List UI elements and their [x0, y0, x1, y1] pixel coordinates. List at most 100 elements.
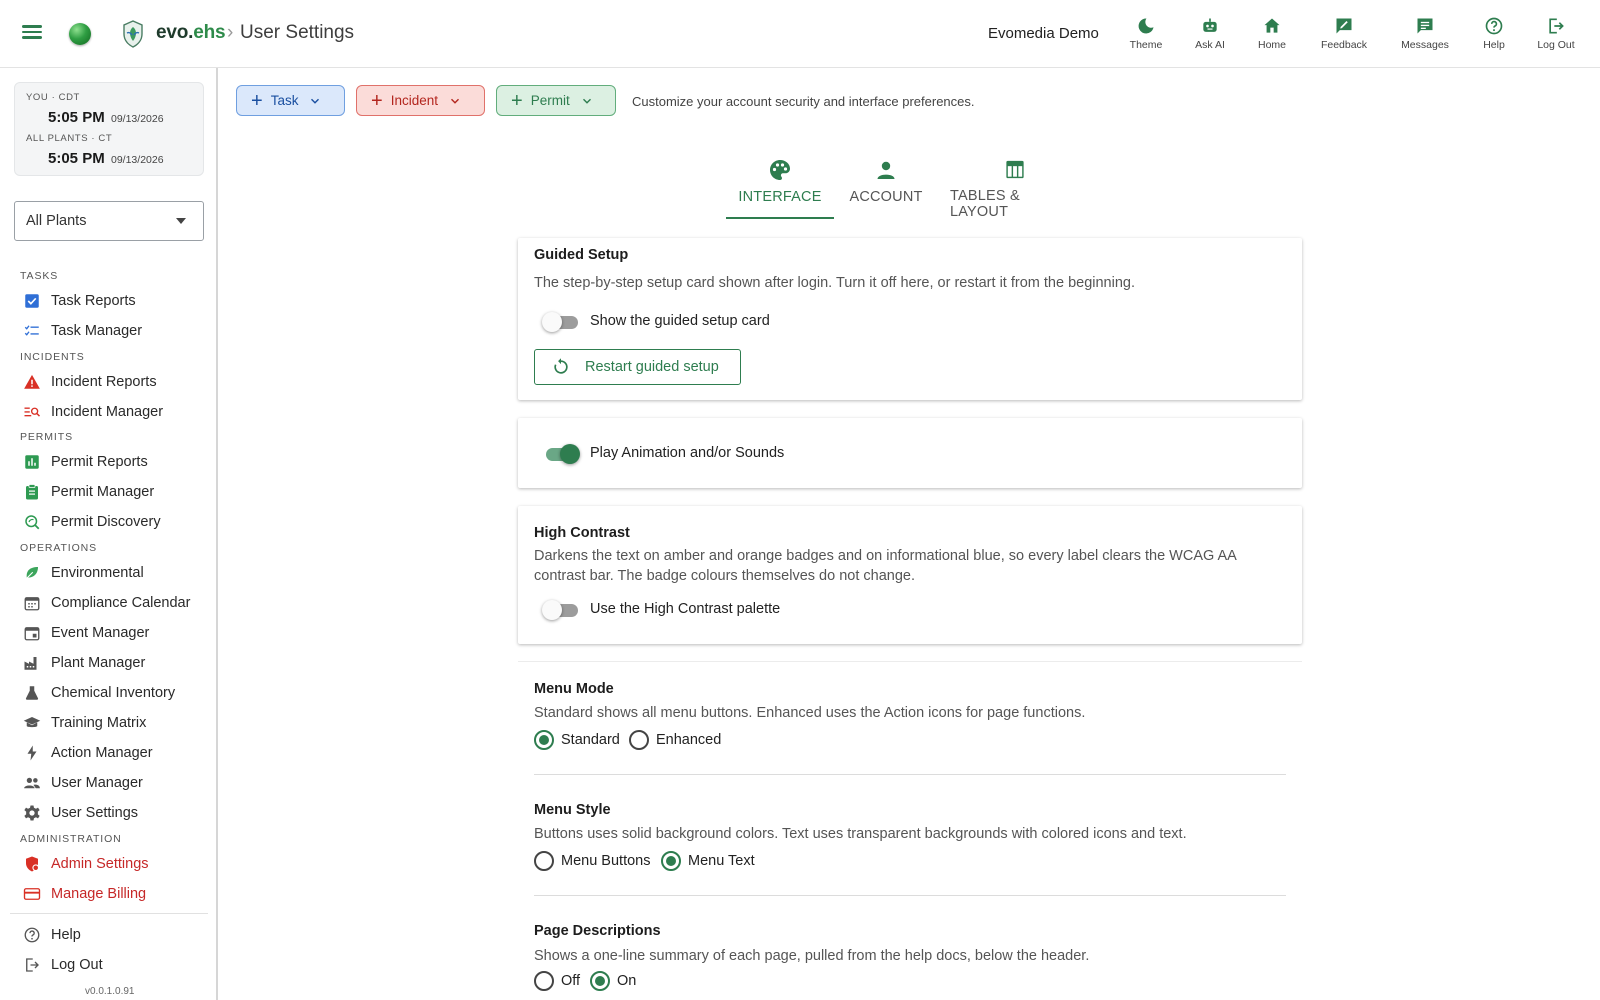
- plants-date: 09/13/2026: [111, 154, 164, 166]
- page-descriptions-off-radio[interactable]: [534, 971, 554, 991]
- section-heading-tasks: TASKS: [20, 270, 59, 282]
- sidebar-item-help[interactable]: Help: [20, 921, 210, 949]
- sidebar-item-label: Permit Reports: [51, 454, 148, 470]
- section-heading-incidents: INCIDENTS: [20, 351, 85, 363]
- sidebar-item-label: Environmental: [51, 565, 144, 581]
- logout-icon: [26, 958, 39, 972]
- guided-setup-description: The step-by-step setup card shown after …: [534, 275, 1135, 291]
- menu-mode-enhanced-label[interactable]: Enhanced: [656, 732, 721, 748]
- new-incident-button[interactable]: + Incident: [356, 85, 485, 116]
- ask-ai-button[interactable]: Ask AI: [1190, 16, 1230, 56]
- messages-label: Messages: [1401, 39, 1449, 51]
- menu-style-text-radio[interactable]: [661, 851, 681, 871]
- status-orb-icon[interactable]: [69, 23, 91, 45]
- sidebar-item-permit-discovery[interactable]: Permit Discovery: [20, 508, 210, 536]
- sidebar-item-compliance-calendar[interactable]: Compliance Calendar: [20, 589, 210, 617]
- sidebar-item-label: Admin Settings: [51, 856, 149, 872]
- sidebar-item-permit-reports[interactable]: Permit Reports: [20, 448, 210, 476]
- chevron-down-icon: [311, 98, 320, 104]
- active-tab-indicator: [726, 217, 834, 219]
- clock-panel: YOU · CDT 5:05 PM 09/13/2026 ALL PLANTS …: [14, 82, 204, 176]
- sidebar-item-chemical-inventory[interactable]: Chemical Inventory: [20, 679, 210, 707]
- flask-icon: [25, 686, 39, 700]
- sidebar-item-label: Incident Reports: [51, 374, 157, 390]
- brand-name[interactable]: evo.ehs: [156, 22, 226, 44]
- sidebar-divider: [10, 913, 208, 914]
- sidebar-item-label: Compliance Calendar: [51, 595, 191, 611]
- sidebar-item-event-manager[interactable]: Event Manager: [20, 619, 210, 647]
- plants-time: 5:05 PM: [48, 150, 105, 167]
- new-permit-label: Permit: [530, 93, 570, 108]
- feedback-button[interactable]: Feedback: [1318, 16, 1370, 56]
- user-time: 5:05 PM: [48, 109, 105, 126]
- sidebar-item-task-manager[interactable]: Task Manager: [20, 317, 210, 345]
- home-button[interactable]: Home: [1252, 16, 1292, 56]
- caret-down-icon: [176, 218, 186, 224]
- menu-mode-standard-label[interactable]: Standard: [561, 732, 620, 748]
- sidebar-item-incident-reports[interactable]: Incident Reports: [20, 368, 210, 396]
- sidebar-item-label: Log Out: [51, 957, 103, 973]
- brand-logo-icon[interactable]: [120, 19, 146, 49]
- sidebar: YOU · CDT 5:05 PM 09/13/2026 ALL PLANTS …: [0, 68, 218, 1000]
- theme-button[interactable]: Theme: [1126, 16, 1166, 56]
- menu-style-description: Buttons uses solid background colors. Te…: [534, 826, 1187, 842]
- tab-account[interactable]: ACCOUNT: [848, 158, 924, 220]
- menu-mode-standard-radio[interactable]: [534, 730, 554, 750]
- high-contrast-toggle-label: Use the High Contrast palette: [590, 601, 781, 617]
- table-icon: [1006, 160, 1024, 179]
- page-descriptions-off-label[interactable]: Off: [561, 973, 580, 989]
- menu-mode-title: Menu Mode: [534, 681, 614, 697]
- menu-style-buttons-label[interactable]: Menu Buttons: [561, 853, 650, 869]
- log-out-button[interactable]: Log Out: [1535, 16, 1577, 56]
- plus-icon: +: [511, 89, 523, 112]
- menu-style-buttons-radio[interactable]: [534, 851, 554, 871]
- sidebar-item-label: Permit Discovery: [51, 514, 161, 530]
- search-list-icon: [24, 407, 41, 417]
- sidebar-item-action-manager[interactable]: Action Manager: [20, 739, 210, 767]
- section-divider: [534, 895, 1286, 896]
- organization-name[interactable]: Evomedia Demo: [988, 25, 1099, 42]
- sidebar-item-admin-settings[interactable]: Admin Settings: [20, 850, 210, 878]
- menu-mode-enhanced-radio[interactable]: [629, 730, 649, 750]
- robot-icon: [1203, 18, 1217, 32]
- sidebar-item-incident-manager[interactable]: Incident Manager: [20, 398, 210, 426]
- page-descriptions-on-label[interactable]: On: [617, 973, 636, 989]
- menu-style-text-label[interactable]: Menu Text: [688, 853, 755, 869]
- help-button[interactable]: Help: [1474, 16, 1514, 56]
- tab-interface[interactable]: INTERFACE: [732, 158, 828, 220]
- clipboard-icon: [26, 484, 38, 500]
- sidebar-item-permit-manager[interactable]: Permit Manager: [20, 478, 210, 506]
- sidebar-item-task-reports[interactable]: Task Reports: [20, 287, 210, 315]
- sidebar-item-user-manager[interactable]: User Manager: [20, 769, 210, 797]
- factory-icon: [24, 657, 37, 670]
- animation-toggle[interactable]: [542, 443, 580, 465]
- chevron-down-icon: [450, 98, 459, 104]
- help-icon: [24, 927, 40, 943]
- moon-icon: [1138, 18, 1154, 34]
- sidebar-item-log-out[interactable]: Log Out: [20, 951, 210, 979]
- sidebar-item-label: Task Manager: [51, 323, 143, 339]
- sidebar-item-label: Incident Manager: [51, 404, 164, 420]
- menu-icon[interactable]: [20, 22, 44, 46]
- sidebar-item-user-settings[interactable]: User Settings: [20, 799, 210, 827]
- sidebar-item-training-matrix[interactable]: Training Matrix: [20, 709, 210, 737]
- tab-tables-layout[interactable]: TABLES & LAYOUT: [950, 158, 1080, 220]
- high-contrast-title: High Contrast: [534, 525, 630, 541]
- logout-icon: [1549, 18, 1564, 34]
- feedback-label: Feedback: [1320, 39, 1368, 51]
- chevron-down-icon: [582, 98, 591, 104]
- page-descriptions-on-radio[interactable]: [590, 971, 610, 991]
- messages-button[interactable]: Messages: [1397, 16, 1453, 56]
- sidebar-item-manage-billing[interactable]: Manage Billing: [20, 880, 210, 908]
- bar-chart-icon: [25, 455, 39, 469]
- sidebar-item-plant-manager[interactable]: Plant Manager: [20, 649, 210, 677]
- new-permit-button[interactable]: + Permit: [496, 85, 616, 116]
- restart-guided-setup-label: Restart guided setup: [585, 359, 719, 375]
- sidebar-item-environmental[interactable]: Environmental: [20, 559, 210, 587]
- plant-select[interactable]: All Plants: [14, 201, 204, 241]
- high-contrast-toggle[interactable]: [542, 599, 580, 621]
- restart-guided-setup-button[interactable]: Restart guided setup: [534, 349, 741, 385]
- new-task-button[interactable]: + Task: [236, 85, 345, 116]
- section-heading-operations: OPERATIONS: [20, 542, 98, 554]
- guided-setup-toggle[interactable]: [542, 311, 580, 333]
